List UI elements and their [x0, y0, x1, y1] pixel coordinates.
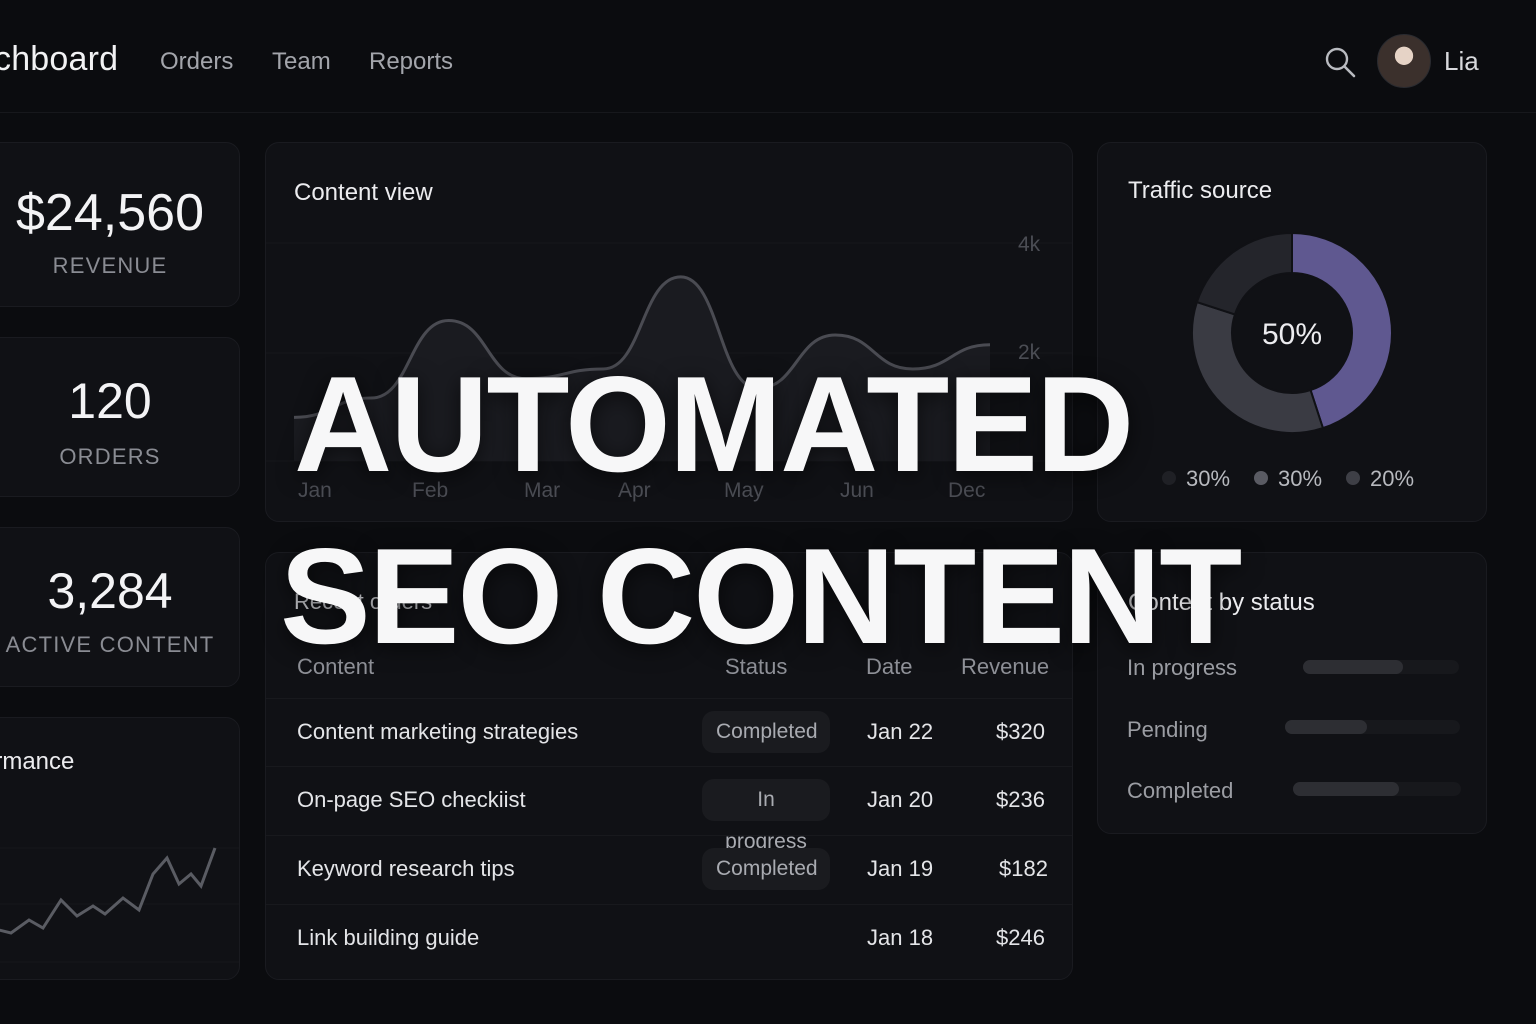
cell-content: Link building guide — [297, 925, 480, 950]
cell-date: Jan 20 — [867, 787, 934, 812]
cell-revenue: $246 — [996, 925, 1045, 950]
cell-content: Keyword research tips — [297, 856, 515, 881]
headline-line-2: SEO CONTENT — [280, 520, 1242, 672]
table-row[interactable]: Keyword research tips Completed Jan 19 $… — [266, 835, 1072, 904]
nav-orders[interactable]: Orders — [160, 48, 233, 76]
cell-content: On-page SEO checkiist — [297, 787, 526, 812]
headline-line-1: AUTOMATED — [294, 348, 1134, 500]
dashboard-title: chboard — [0, 40, 119, 78]
y-tick-label: 4k — [1018, 233, 1041, 256]
revenue-card: $24,560 REVENUE — [0, 142, 240, 307]
table-row[interactable]: On-page SEO checkiist In progress Jan 20… — [266, 766, 1072, 853]
status-completed-label: Completed — [1127, 778, 1234, 803]
status-pending-label: Pending — [1127, 717, 1208, 742]
status-badge: Completed — [702, 848, 830, 890]
user-name[interactable]: Lia — [1444, 46, 1479, 77]
cell-revenue: $236 — [996, 787, 1045, 812]
cell-date: Jan 22 — [867, 719, 934, 744]
revenue-value: $24,560 — [16, 184, 204, 242]
status-completed-bar — [1293, 782, 1461, 796]
search-icon[interactable] — [1324, 46, 1356, 78]
nav-team[interactable]: Team — [272, 48, 331, 76]
performance-card: ormance — [0, 717, 240, 980]
performance-sparkline — [0, 847, 239, 963]
table-row[interactable]: Link building guide Jan 18 $246 — [266, 904, 1072, 973]
avatar[interactable] — [1377, 34, 1431, 88]
cell-date: Jan 19 — [867, 856, 934, 881]
status-pending-bar — [1285, 720, 1460, 734]
top-bar: chboard Orders Team Reports Lia — [0, 0, 1536, 113]
cell-revenue: $182 — [999, 856, 1048, 881]
cell-date: Jan 18 — [867, 925, 934, 950]
cell-content: Content marketing strategies — [297, 719, 579, 744]
donut-slice — [1195, 231, 1293, 316]
revenue-label: REVENUE — [52, 253, 168, 278]
performance-title: ormance — [0, 748, 75, 775]
status-badge: Completed — [702, 711, 830, 753]
nav-reports[interactable]: Reports — [369, 48, 453, 76]
status-badge: In progress — [702, 779, 830, 853]
status-bar-fill — [1285, 720, 1368, 734]
status-bar-fill — [1293, 782, 1399, 796]
cell-revenue: $320 — [996, 719, 1045, 744]
table-row[interactable]: Content marketing strategies Completed J… — [266, 698, 1072, 767]
